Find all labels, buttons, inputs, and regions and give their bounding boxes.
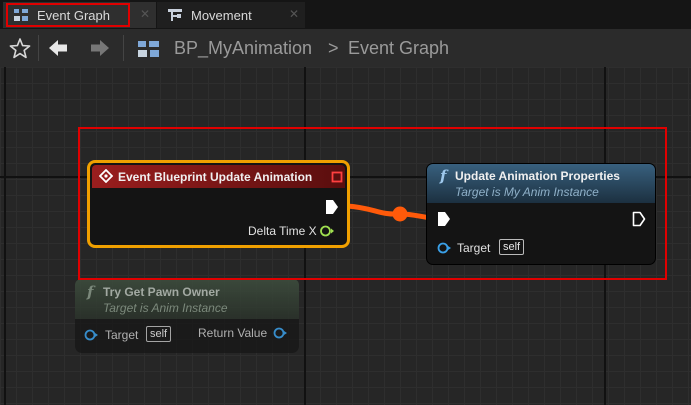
- exec-output-pin-icon[interactable]: [325, 199, 339, 215]
- toolbar-divider: [38, 35, 39, 61]
- node-title: Update Animation Properties: [455, 169, 620, 183]
- pin-label-target: Target: [457, 241, 491, 255]
- blueprint-icon: [138, 41, 159, 57]
- tab-movement[interactable]: Movement ✕: [157, 2, 305, 28]
- back-arrow-icon[interactable]: [48, 39, 68, 57]
- state-machine-icon: [168, 9, 182, 21]
- tab-event-graph[interactable]: Event Graph ✕: [3, 2, 156, 28]
- event-graph-icon: [14, 9, 28, 21]
- event-icon: [99, 169, 113, 183]
- delegate-pin-icon[interactable]: [331, 171, 343, 183]
- breadcrumb-separator: >: [328, 38, 339, 58]
- close-tab-icon[interactable]: ✕: [289, 8, 299, 20]
- tab-label: Movement: [191, 7, 252, 23]
- node-event-blueprint-update-animation[interactable]: Event Blueprint Update Animation Delta T…: [87, 160, 350, 248]
- tab-bar: Event Graph ✕ Movement ✕: [0, 0, 691, 29]
- exec-input-pin-icon[interactable]: [437, 211, 451, 227]
- graph-canvas[interactable]: f Try Get Pawn Owner Target is Anim Inst…: [0, 67, 691, 405]
- star-icon[interactable]: [9, 38, 31, 59]
- toolbar-divider: [123, 35, 124, 61]
- graph-toolbar: BP_MyAnimation > Event Graph: [0, 29, 691, 67]
- target-pin-icon[interactable]: [437, 242, 451, 254]
- forward-arrow-icon[interactable]: [90, 39, 110, 57]
- breadcrumb-graph[interactable]: Event Graph: [348, 38, 449, 59]
- node-update-animation-properties[interactable]: f Update Animation Properties Target is …: [426, 163, 656, 265]
- exec-output-pin-icon[interactable]: [632, 211, 646, 227]
- target-self-value[interactable]: self: [499, 239, 525, 255]
- function-icon: f: [440, 167, 447, 185]
- tab-label: Event Graph: [37, 7, 110, 23]
- close-tab-icon[interactable]: ✕: [140, 8, 150, 20]
- pin-label-delta-time: Delta Time X: [248, 224, 317, 238]
- breadcrumb-blueprint[interactable]: BP_MyAnimation: [174, 38, 312, 59]
- node-subtitle: Target is My Anim Instance: [455, 185, 599, 199]
- node-title: Event Blueprint Update Animation: [118, 170, 313, 184]
- float-output-pin-icon[interactable]: [319, 224, 335, 238]
